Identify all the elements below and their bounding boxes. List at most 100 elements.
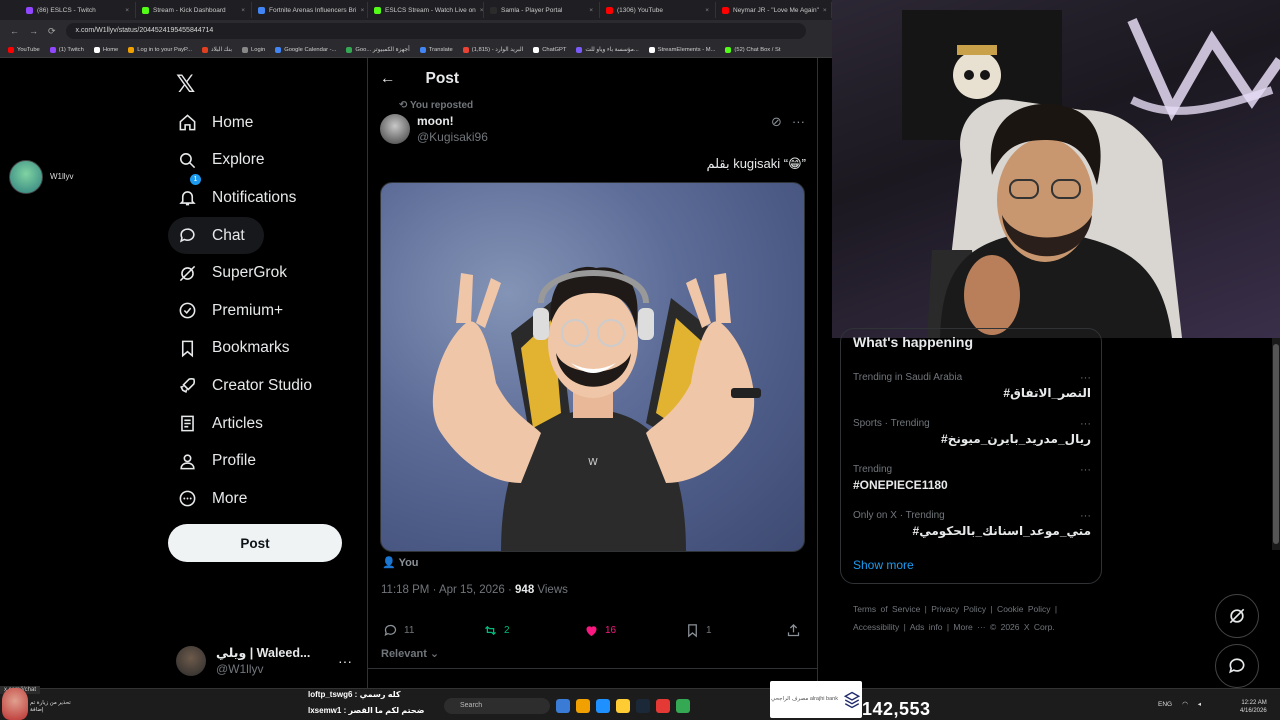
folder-icon[interactable] bbox=[616, 699, 630, 713]
nav-item-articles[interactable]: Articles bbox=[168, 405, 358, 443]
share-button[interactable] bbox=[786, 623, 801, 638]
close-icon[interactable]: × bbox=[241, 7, 245, 14]
browser-tab[interactable]: ESLCS Stream - Watch Live on × bbox=[368, 2, 484, 18]
nav-item-premium[interactable]: Premium+ bbox=[168, 292, 358, 330]
trend-item[interactable]: Only on X · Trending #متي_موعد_اسنانك_بال… bbox=[853, 510, 1091, 538]
nav-label: Chat bbox=[212, 226, 245, 244]
bookmark-item[interactable]: (1) Twitch bbox=[49, 46, 84, 53]
steam-icon[interactable] bbox=[636, 699, 650, 713]
bell-icon bbox=[179, 191, 196, 206]
x-logo-icon[interactable]: 𝕏 bbox=[176, 70, 195, 99]
app-icon[interactable] bbox=[576, 699, 590, 713]
bookmark-item[interactable]: بنك البلاد bbox=[201, 46, 232, 53]
bookmark-favicon-icon bbox=[725, 46, 732, 53]
trend-item[interactable]: Trending in Saudi Arabia #النصر_الاتفاق ··… bbox=[853, 372, 1091, 400]
bank-logo-icon bbox=[843, 691, 861, 708]
post-author[interactable]: moon! @Kugisaki96 bbox=[380, 114, 488, 144]
nav-item-more[interactable]: More bbox=[168, 480, 358, 518]
reply-button[interactable]: 11 bbox=[383, 623, 414, 638]
bookmark-item[interactable]: Google Calendar -... bbox=[275, 46, 336, 53]
show-more-link[interactable]: Show more bbox=[853, 558, 914, 572]
view-count: 948 bbox=[515, 584, 535, 596]
wifi-icon[interactable]: ◠ bbox=[1182, 700, 1188, 708]
avatar[interactable] bbox=[9, 160, 43, 194]
avatar[interactable] bbox=[380, 114, 410, 144]
repost-icon bbox=[485, 625, 496, 636]
bookmark-item[interactable]: StreamElements - M... bbox=[648, 46, 715, 53]
nav-item-bookmarks[interactable]: Bookmarks bbox=[168, 330, 358, 368]
page-title: Post bbox=[425, 70, 460, 87]
close-icon[interactable]: × bbox=[360, 7, 364, 14]
bookmark-item[interactable]: YouTube bbox=[8, 46, 40, 53]
taskbar-search[interactable]: Search bbox=[444, 698, 550, 714]
nav-item-profile[interactable]: Profile bbox=[168, 442, 358, 480]
back-icon[interactable]: ← bbox=[10, 26, 19, 37]
browser-tab[interactable]: Fortnite Arenas Influencers Bri × bbox=[252, 2, 368, 18]
close-icon[interactable]: × bbox=[125, 7, 129, 14]
url-field[interactable]: x.com/W1llyv/status/2044524195455844714 bbox=[65, 23, 806, 39]
bookmark-item[interactable]: البريد الوارد - (1,815) bbox=[462, 46, 523, 53]
tray-lang[interactable]: ENG bbox=[1158, 701, 1172, 708]
app-icon[interactable] bbox=[656, 699, 670, 713]
browser-tab[interactable]: Stream - Kick Dashboard × bbox=[136, 2, 252, 18]
nav-item-creator-studio[interactable]: Creator Studio bbox=[168, 367, 358, 405]
trend-tag: #ONEPIECE1180 bbox=[853, 478, 948, 492]
sort-dropdown[interactable]: Relevant ⌄ bbox=[381, 647, 439, 660]
post-image[interactable]: W bbox=[380, 182, 805, 552]
trend-context: Trending bbox=[853, 464, 893, 475]
bookmark-item[interactable]: Login bbox=[242, 46, 265, 53]
account-switcher[interactable]: ويلي | Waleed... @W1llyv ··· bbox=[176, 645, 352, 676]
more-icon[interactable]: ··· bbox=[1080, 510, 1091, 522]
browser-tab[interactable]: (86) ESLCS - Twitch × bbox=[20, 2, 136, 18]
like-button[interactable]: 16 bbox=[584, 623, 616, 638]
system-clock[interactable]: 12:22 AM 4/16/2026 bbox=[1240, 699, 1267, 715]
more-icon[interactable]: ··· bbox=[1080, 418, 1091, 430]
trend-item[interactable]: Sports · Trending #ريال_مدريد_بايرن_ميونخ… bbox=[853, 418, 1091, 446]
bookmark-item[interactable]: مؤسسة باء وياو للت... bbox=[576, 46, 639, 53]
nav-label: Bookmarks bbox=[212, 339, 290, 357]
more-icon[interactable]: ··· bbox=[338, 653, 352, 669]
grok-button[interactable] bbox=[1215, 594, 1259, 638]
more-icon[interactable]: ··· bbox=[792, 114, 805, 130]
footer-links[interactable]: Terms of Service | Privacy Policy | Cook… bbox=[853, 600, 1093, 636]
trends-title: What's happening bbox=[853, 334, 973, 350]
bookmark-item[interactable]: ChatGPT bbox=[533, 46, 566, 53]
more-icon[interactable]: ··· bbox=[1080, 464, 1091, 476]
bookmark-item[interactable]: Goo... أجهزة الكمبيوتر bbox=[346, 46, 410, 53]
author-name[interactable]: moon! bbox=[417, 114, 488, 128]
nav-item-home[interactable]: Home bbox=[168, 104, 358, 142]
bookmark-item[interactable]: Home bbox=[93, 46, 118, 53]
bookmark-item[interactable]: Translate bbox=[419, 46, 453, 53]
post-button[interactable]: Post bbox=[168, 524, 342, 562]
browser-tab[interactable]: Neymar JR - "Love Me Again" × bbox=[716, 2, 832, 18]
close-icon[interactable]: × bbox=[705, 7, 709, 14]
bookmark-button[interactable]: 1 bbox=[685, 623, 712, 638]
nav-item-supergrok[interactable]: SuperGrok bbox=[168, 254, 358, 292]
forward-icon[interactable]: → bbox=[29, 26, 38, 37]
scrollbar[interactable] bbox=[1272, 338, 1280, 550]
nav-item-chat[interactable]: Chat bbox=[168, 216, 264, 255]
more-icon[interactable]: ··· bbox=[1080, 372, 1091, 384]
browser-tab[interactable]: (1306) YouTube × bbox=[600, 2, 716, 18]
close-icon[interactable]: × bbox=[589, 7, 593, 14]
tagged-user[interactable]: 👤 You bbox=[382, 556, 419, 569]
chrome-icon[interactable] bbox=[676, 699, 690, 713]
messages-button[interactable] bbox=[1215, 644, 1259, 688]
app-icon[interactable] bbox=[596, 699, 610, 713]
trend-item[interactable]: Trending #ONEPIECE1180 ··· bbox=[853, 464, 1091, 492]
divider bbox=[368, 668, 817, 669]
repost-button[interactable]: 2 bbox=[483, 623, 510, 638]
bookmark-item[interactable]: (52) Chat Box / St bbox=[725, 46, 781, 53]
back-arrow-icon[interactable]: ← bbox=[380, 70, 396, 88]
trend-tag: #النصر_الاتفاق bbox=[1003, 386, 1091, 400]
reload-icon[interactable]: ⟳ bbox=[48, 26, 56, 37]
author-handle[interactable]: @Kugisaki96 bbox=[417, 130, 488, 144]
browser-tab[interactable]: Samla - Player Portal × bbox=[484, 2, 600, 18]
bookmark-item[interactable]: Log in to your PayP... bbox=[128, 46, 192, 53]
grok-icon[interactable]: ⊘ bbox=[771, 114, 782, 130]
nav-item-notifications[interactable]: 1 Notifications bbox=[168, 174, 358, 217]
app-icon[interactable] bbox=[556, 699, 570, 713]
column-divider bbox=[367, 58, 368, 688]
volume-icon[interactable]: ◂ bbox=[1198, 700, 1201, 708]
close-icon[interactable]: × bbox=[823, 7, 827, 14]
